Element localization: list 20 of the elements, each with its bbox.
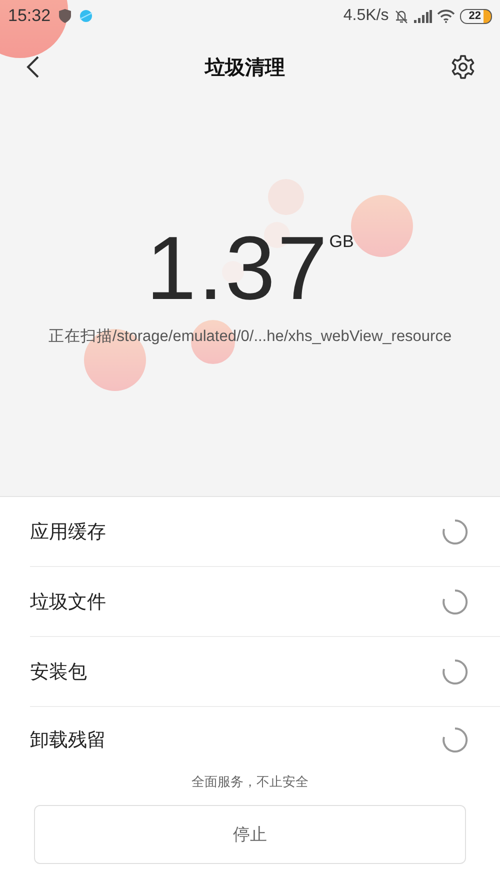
- settings-button[interactable]: [450, 54, 476, 80]
- muted-bell-icon: [394, 8, 409, 24]
- page-title: 垃圾清理: [205, 54, 285, 80]
- category-label: 安装包: [30, 660, 87, 684]
- junk-size: 1.37: [146, 224, 330, 314]
- signal-icon: [414, 10, 432, 22]
- back-button[interactable]: [26, 55, 40, 79]
- stop-button[interactable]: 停止: [34, 805, 466, 864]
- tagline: 全面服务，不止安全: [192, 774, 308, 791]
- wifi-icon: [436, 9, 455, 23]
- size-unit: GB: [329, 232, 354, 252]
- battery-indicator: 22: [460, 8, 492, 24]
- status-time: 15:32: [8, 6, 51, 26]
- category-label: 卸载残留: [30, 728, 106, 753]
- planet-icon: [78, 9, 93, 23]
- scan-status: 正在扫描/storage/emulated/0/...he/xhs_webView_resource: [48, 327, 452, 347]
- network-speed: 4.5K/s: [343, 7, 389, 25]
- category-label: 垃圾文件: [30, 590, 106, 614]
- category-label: 应用缓存: [30, 520, 106, 544]
- shield-icon: [58, 9, 71, 23]
